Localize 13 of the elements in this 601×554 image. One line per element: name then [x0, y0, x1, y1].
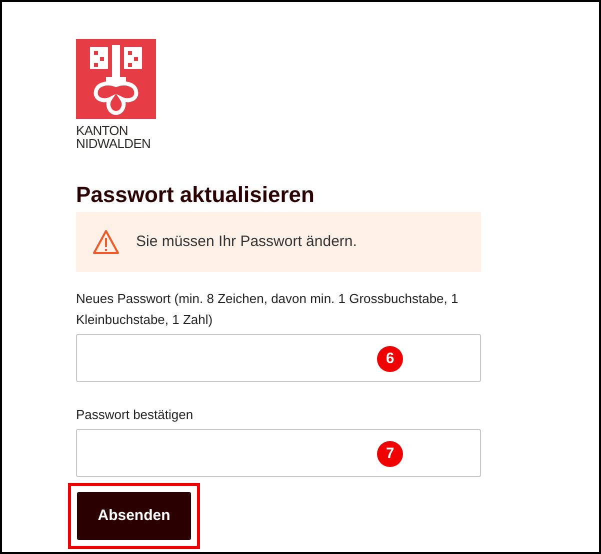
step-marker: 6 — [377, 346, 403, 372]
page-heading: Passwort aktualisieren — [76, 182, 316, 208]
submit-button[interactable]: Absenden — [77, 492, 191, 540]
logo-icon — [76, 39, 156, 119]
field-label: Neues Passwort (min. 8 Zeichen, davon min. 1 Grossbuchstabe, 1 Kleinbuchstabe, 1 Zahl) — [76, 290, 460, 329]
step-marker: 7 — [377, 441, 403, 467]
alert-message: Sie müssen Ihr Passwort ändern. — [136, 232, 357, 252]
logo-text: KANTON — [76, 124, 128, 137]
warning-icon — [92, 229, 120, 255]
password-field[interactable]: 6 — [76, 334, 481, 382]
field-label: Passwort bestätigen — [76, 406, 194, 424]
password-field[interactable]: 7 — [76, 429, 481, 477]
logo-text: NIDWALDEN — [76, 137, 151, 150]
